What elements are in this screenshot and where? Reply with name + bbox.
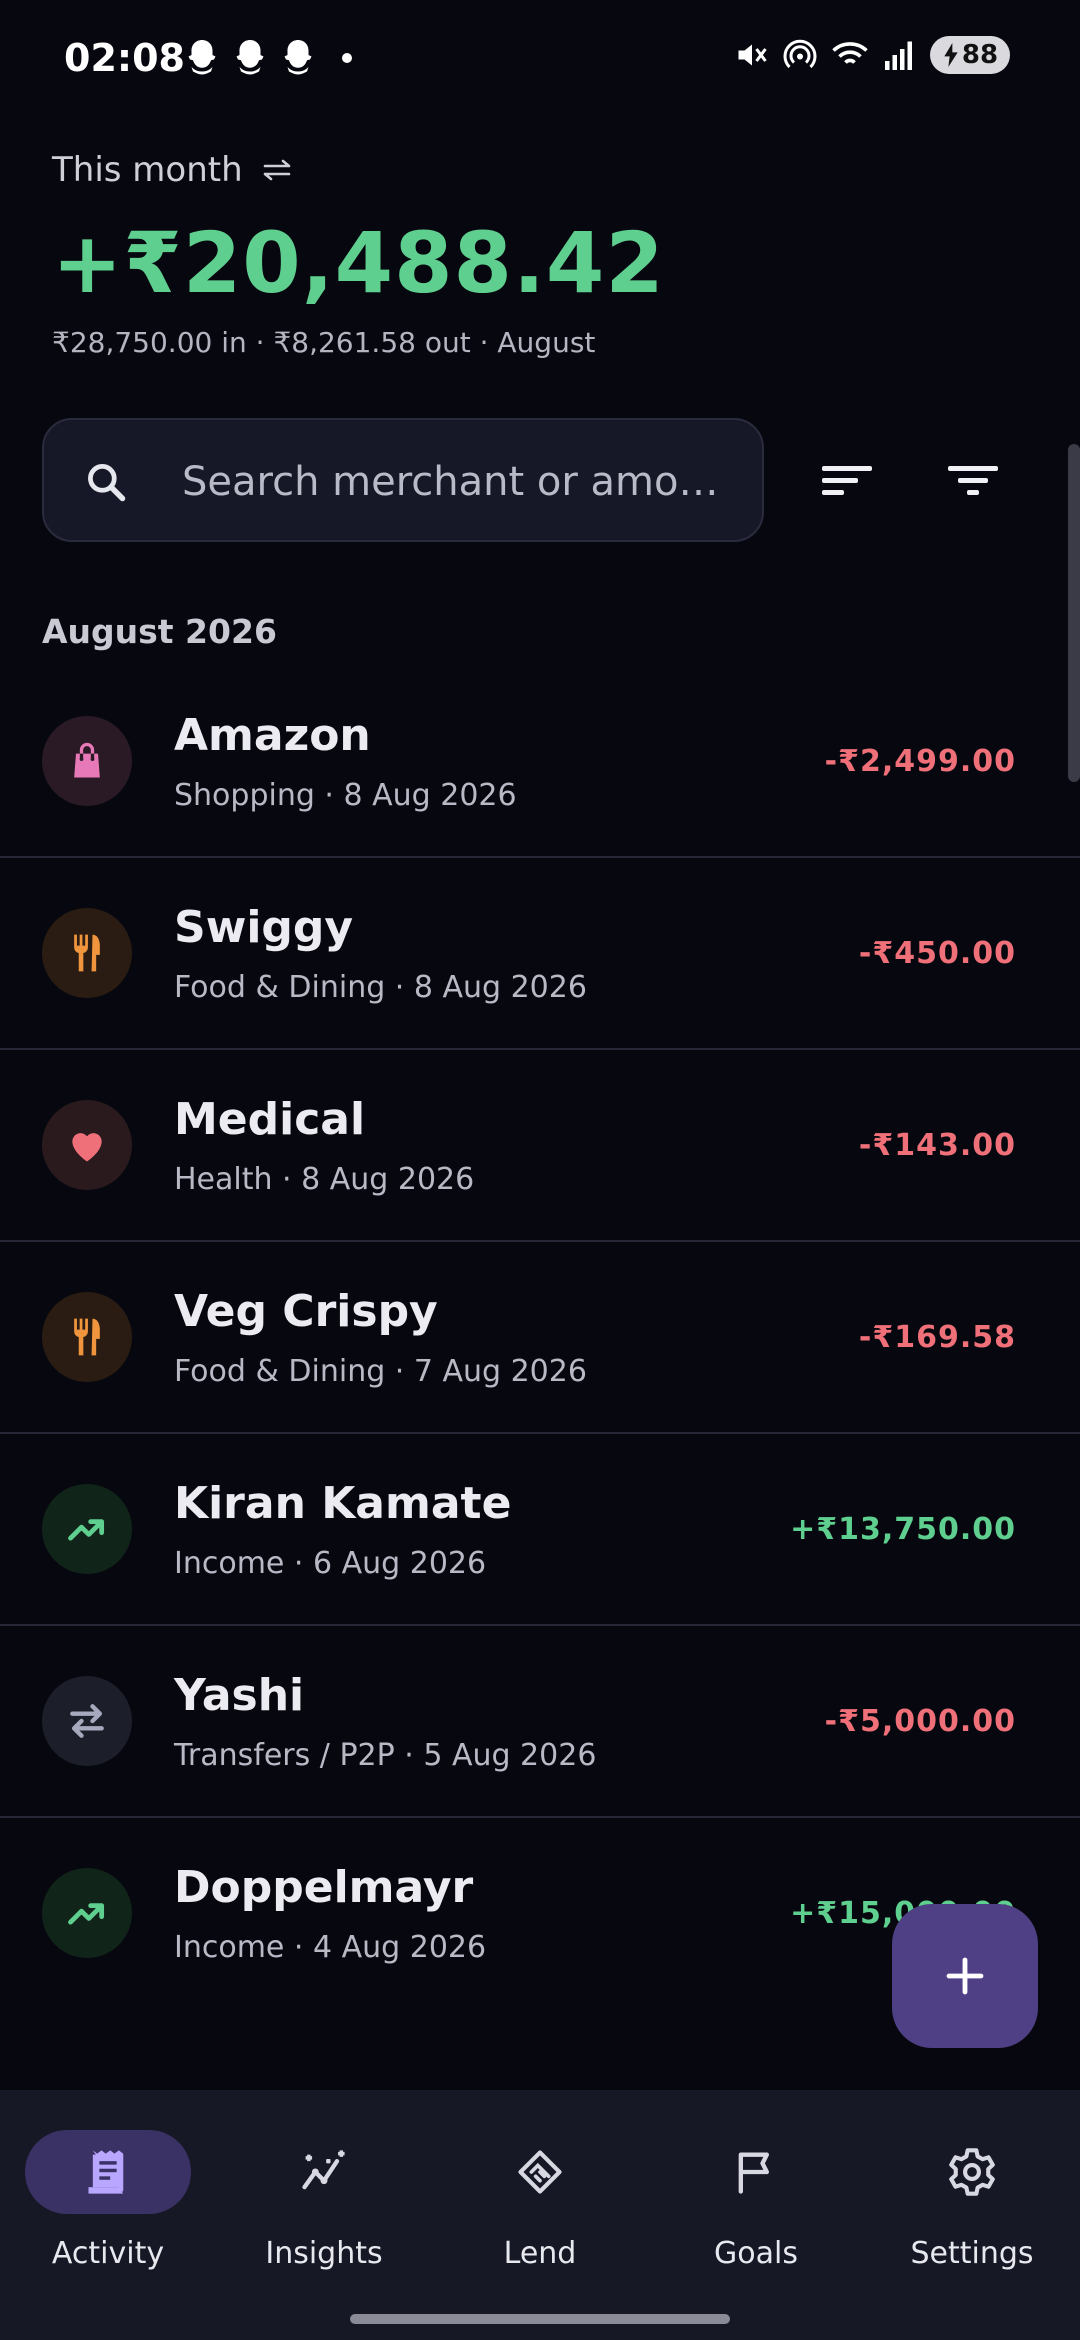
transaction-merchant: Doppelmayr bbox=[174, 1862, 474, 1913]
transaction-merchant: Veg Crispy bbox=[174, 1286, 438, 1337]
nav-icon-wrap bbox=[241, 2130, 407, 2214]
transaction-meta: Food & Dining · 7 Aug 2026 bbox=[174, 1354, 587, 1389]
bottom-navigation: Activity Insights Lend Goals Settings bbox=[0, 2090, 1080, 2340]
swap-arrows-icon bbox=[263, 159, 290, 181]
transaction-merchant: Yashi bbox=[174, 1670, 305, 1721]
transaction-meta: Income · 4 Aug 2026 bbox=[174, 1930, 487, 1965]
search-icon bbox=[88, 464, 126, 502]
sort-icon[interactable] bbox=[818, 454, 878, 506]
nav-label: Settings bbox=[910, 2236, 1034, 2271]
transaction-merchant: Medical bbox=[174, 1094, 366, 1145]
nav-label: Activity bbox=[51, 2236, 165, 2271]
snapchat-icon bbox=[284, 40, 312, 75]
search-box[interactable] bbox=[42, 418, 764, 542]
app-screen: 02:08 88 This month +₹20,488.42 ₹28,750.… bbox=[0, 0, 1080, 2340]
transaction-amount: +₹13,750.00 bbox=[790, 1512, 1016, 1547]
transaction-row-yashi[interactable]: Yashi Transfers / P2P · 5 Aug 2026 -₹5,0… bbox=[0, 1626, 1080, 1818]
nav-label: Insights bbox=[265, 2236, 383, 2271]
transaction-merchant: Swiggy bbox=[174, 902, 354, 953]
handshake-icon bbox=[518, 2150, 562, 2194]
flag-icon bbox=[738, 2152, 769, 2194]
hotspot-icon bbox=[783, 39, 817, 69]
battery-level: 88 bbox=[961, 40, 999, 70]
nav-icon-wrap bbox=[889, 2130, 1055, 2214]
snapchat-icon bbox=[236, 40, 264, 75]
fork-knife-icon bbox=[42, 1292, 132, 1382]
transaction-meta: Shopping · 8 Aug 2026 bbox=[174, 778, 517, 813]
nav-activity[interactable]: Activity bbox=[8, 2130, 208, 2290]
add-transaction-button[interactable] bbox=[892, 1904, 1038, 2048]
snapchat-icon bbox=[188, 40, 216, 75]
transaction-amount: -₹5,000.00 bbox=[824, 1704, 1016, 1739]
mute-icon bbox=[738, 44, 767, 66]
nav-insights[interactable]: Insights bbox=[224, 2130, 424, 2290]
nav-active-indicator bbox=[25, 2130, 191, 2214]
in-out-summary: ₹28,750.00 in · ₹8,261.58 out · August bbox=[52, 326, 596, 359]
notification-icons bbox=[184, 38, 352, 78]
gear-icon bbox=[949, 2148, 995, 2196]
transaction-amount: -₹143.00 bbox=[858, 1128, 1016, 1163]
transaction-row-swiggy[interactable]: Swiggy Food & Dining · 8 Aug 2026 -₹450.… bbox=[0, 858, 1080, 1050]
receipt-icon bbox=[88, 2150, 124, 2194]
transaction-row-medical[interactable]: Medical Health · 8 Aug 2026 -₹143.00 bbox=[0, 1050, 1080, 1242]
transaction-amount: -₹450.00 bbox=[858, 936, 1016, 971]
nav-label: Lend bbox=[503, 2236, 577, 2271]
fork-knife-icon bbox=[42, 908, 132, 998]
plus-icon bbox=[946, 1957, 984, 1995]
period-selector[interactable]: This month bbox=[52, 150, 293, 190]
transaction-meta: Income · 6 Aug 2026 bbox=[174, 1546, 487, 1581]
wifi-icon bbox=[832, 42, 868, 64]
shopping-bag-icon bbox=[42, 716, 132, 806]
system-icons: 88 bbox=[734, 36, 1010, 74]
battery-icon: 88 bbox=[930, 36, 1010, 74]
trending-up-icon bbox=[42, 1868, 132, 1958]
transaction-row-amazon[interactable]: Amazon Shopping · 8 Aug 2026 -₹2,499.00 bbox=[0, 666, 1080, 858]
nav-icon-wrap bbox=[457, 2130, 623, 2214]
nav-goals[interactable]: Goals bbox=[656, 2130, 856, 2290]
heart-icon bbox=[42, 1100, 132, 1190]
status-bar: 02:08 88 bbox=[0, 0, 1080, 120]
search-input[interactable] bbox=[182, 450, 742, 514]
charging-icon bbox=[944, 43, 958, 67]
transaction-amount: -₹169.58 bbox=[858, 1320, 1016, 1355]
transfer-icon bbox=[42, 1676, 132, 1766]
insights-icon bbox=[302, 2150, 345, 2190]
transaction-row-kiran-kamate[interactable]: Kiran Kamate Income · 6 Aug 2026 +₹13,75… bbox=[0, 1434, 1080, 1626]
signal-icon bbox=[885, 41, 912, 70]
trending-up-icon bbox=[42, 1484, 132, 1574]
transaction-row-veg-crispy[interactable]: Veg Crispy Food & Dining · 7 Aug 2026 -₹… bbox=[0, 1242, 1080, 1434]
status-time: 02:08 bbox=[64, 36, 185, 80]
transaction-merchant: Amazon bbox=[174, 710, 371, 761]
transaction-amount: -₹2,499.00 bbox=[824, 744, 1016, 779]
nav-lend[interactable]: Lend bbox=[440, 2130, 640, 2290]
nav-settings[interactable]: Settings bbox=[872, 2130, 1072, 2290]
transaction-merchant: Kiran Kamate bbox=[174, 1478, 512, 1529]
transaction-meta: Transfers / P2P · 5 Aug 2026 bbox=[174, 1738, 597, 1773]
more-notifications-dot bbox=[342, 53, 352, 63]
period-label: This month bbox=[52, 150, 243, 190]
transaction-meta: Food & Dining · 8 Aug 2026 bbox=[174, 970, 587, 1005]
transaction-list: Amazon Shopping · 8 Aug 2026 -₹2,499.00 … bbox=[0, 666, 1080, 2010]
nav-icon-wrap bbox=[673, 2130, 839, 2214]
month-section-header: August 2026 bbox=[42, 612, 277, 651]
transaction-meta: Health · 8 Aug 2026 bbox=[174, 1162, 475, 1197]
net-total: +₹20,488.42 bbox=[52, 214, 665, 312]
filter-icon[interactable] bbox=[944, 454, 1004, 506]
nav-label: Goals bbox=[714, 2236, 798, 2271]
home-indicator[interactable] bbox=[350, 2314, 730, 2324]
